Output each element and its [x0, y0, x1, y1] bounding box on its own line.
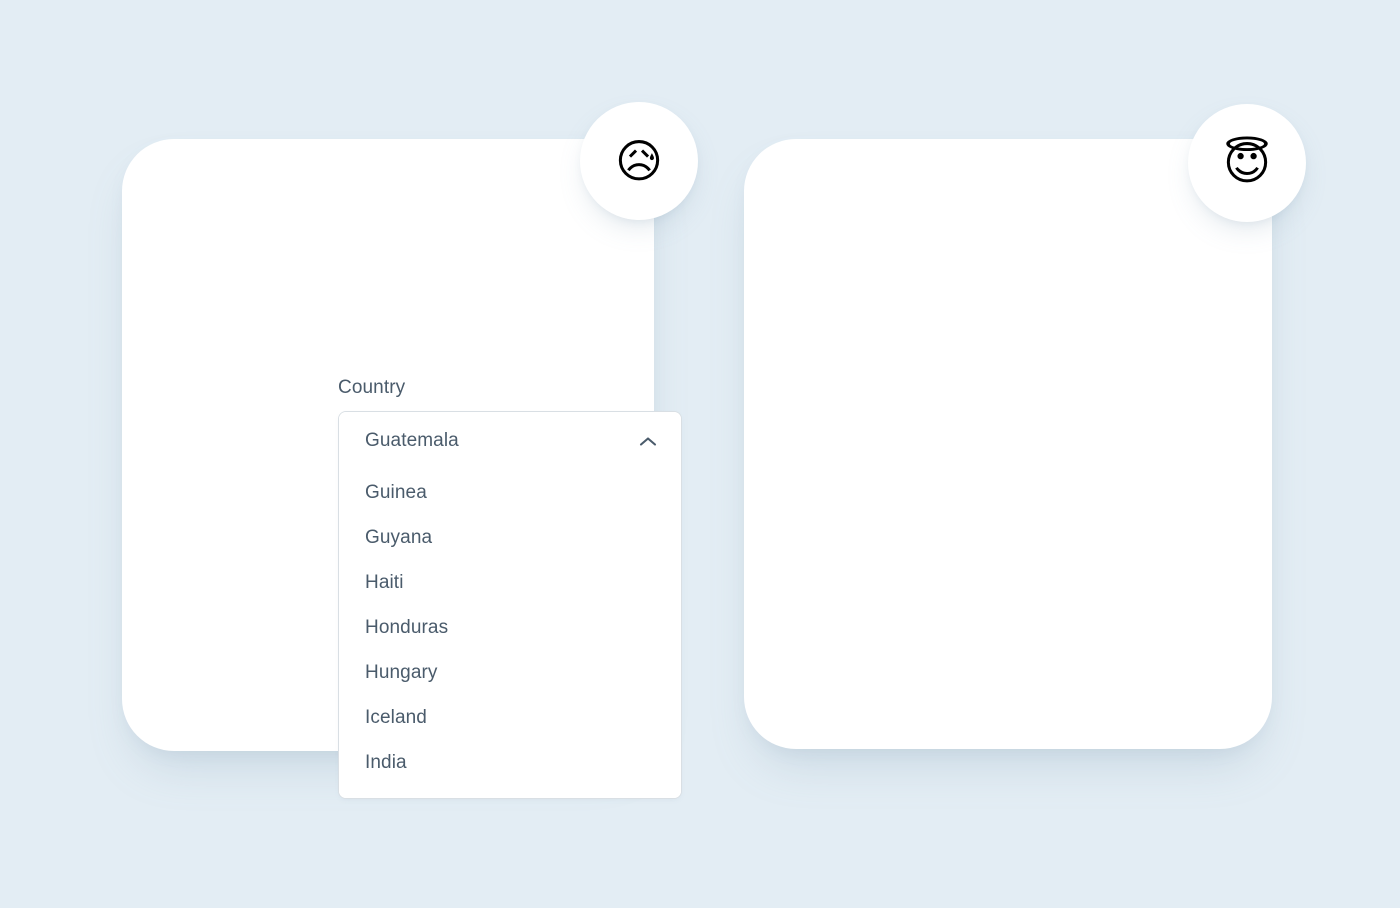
select-control-bad[interactable]: Guatemala	[339, 412, 681, 470]
option-item[interactable]: Iceland	[339, 695, 681, 740]
badge-bad-example: 😥	[580, 102, 698, 220]
option-item[interactable]: Hungary	[339, 650, 681, 695]
country-field-label: Country	[338, 377, 406, 398]
option-label: Honduras	[365, 616, 449, 638]
country-select-bad[interactable]: Guatemala Guinea Guyana Haiti Honduras H…	[338, 411, 682, 799]
option-label: Hungary	[365, 661, 438, 683]
option-item[interactable]: Haiti	[339, 560, 681, 605]
select-selected-value: Guatemala	[365, 430, 459, 451]
smiling-face-with-halo-emoji: 😇	[1223, 136, 1271, 190]
sad-but-relieved-face-emoji: 😥	[615, 134, 663, 188]
country-field-bad: Country Guatemala Guinea Guyana Haiti Ho…	[338, 377, 682, 799]
comparison-stage: Country Guatemala Guinea Guyana Haiti Ho…	[0, 0, 1400, 908]
badge-good-example: 😇	[1188, 104, 1306, 222]
option-item[interactable]: Guinea	[339, 470, 681, 515]
option-label: Guyana	[365, 526, 433, 548]
option-label: Iceland	[365, 706, 427, 728]
option-item[interactable]: India	[339, 740, 681, 785]
option-item[interactable]: Honduras	[339, 605, 681, 650]
card-bad-example: Country Guatemala Guinea Guyana Haiti Ho…	[122, 139, 682, 799]
option-label: India	[365, 751, 407, 773]
option-list-bad: Guinea Guyana Haiti Honduras Hungary Ice…	[339, 470, 681, 798]
chevron-up-icon[interactable]	[639, 436, 657, 447]
option-label: Haiti	[365, 571, 404, 593]
option-label: Guinea	[365, 481, 427, 503]
option-item[interactable]: Guyana	[339, 515, 681, 560]
card-good-example: Country Guatemala United States Most pop…	[744, 139, 1272, 749]
